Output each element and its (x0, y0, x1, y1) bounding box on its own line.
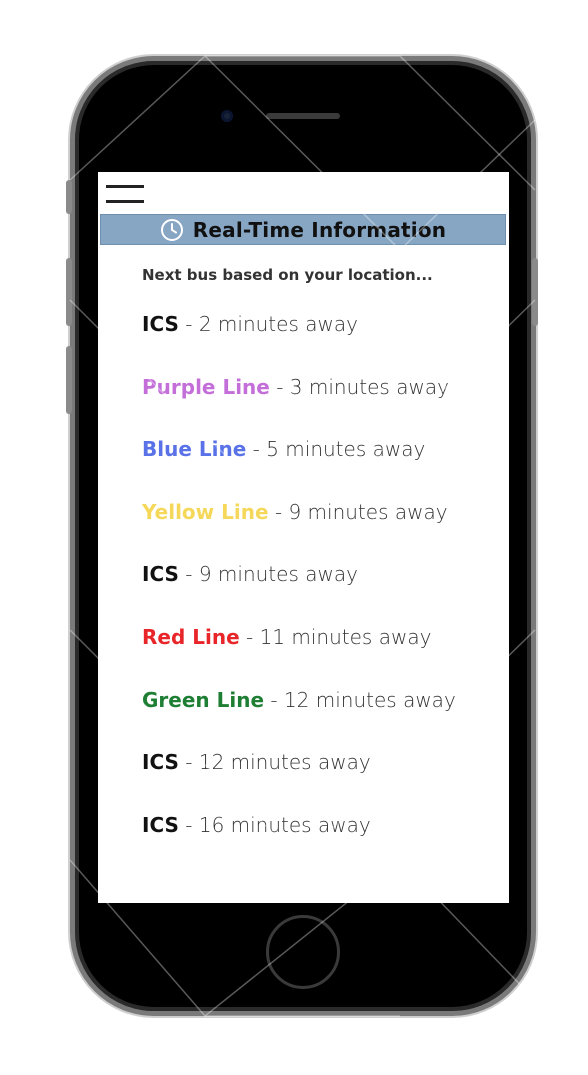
arrival-item: Yellow Line - 9 minutes away (142, 500, 456, 563)
bus-line-name: ICS (142, 562, 179, 587)
arrival-eta: - 9 minutes away (268, 499, 448, 524)
arrival-item: ICS - 16 minutes away (142, 813, 456, 876)
power-button (532, 258, 538, 326)
arrival-eta: - 12 minutes away (264, 687, 456, 712)
arrival-item: ICS - 12 minutes away (142, 750, 456, 813)
bus-line-name: Purple Line (142, 374, 270, 399)
phone-mockup-stage: Real-Time Information Next bus based on … (0, 0, 588, 1075)
bus-line-name: Red Line (142, 624, 240, 649)
bus-line-name: Yellow Line (142, 499, 269, 524)
bus-line-name: ICS (142, 750, 179, 775)
arrival-item: ICS - 2 minutes away (142, 312, 456, 375)
arrival-item: Red Line - 11 minutes away (142, 625, 456, 688)
bus-line-name: ICS (142, 812, 179, 837)
arrivals-list: ICS - 2 minutes away Purple Line - 3 minu… (142, 312, 456, 875)
arrival-eta: - 12 minutes away (178, 750, 371, 775)
arrival-eta: - 3 minutes away (269, 374, 449, 399)
app-screen: Real-Time Information Next bus based on … (98, 172, 509, 903)
arrival-item: Blue Line - 5 minutes away (142, 437, 456, 500)
volume-up-button (66, 258, 72, 326)
location-subtitle: Next bus based on your location... (142, 266, 433, 284)
header-bar: Real-Time Information (100, 214, 506, 245)
arrival-item: Green Line - 12 minutes away (142, 688, 456, 751)
clock-icon (160, 218, 183, 241)
arrival-eta: - 11 minutes away (239, 624, 432, 649)
arrival-eta: - 5 minutes away (246, 437, 426, 462)
bus-line-name: ICS (142, 312, 179, 336)
bus-line-name: Blue Line (142, 437, 247, 462)
arrival-eta: - 2 minutes away (178, 312, 358, 336)
page-title: Real-Time Information (192, 217, 447, 242)
volume-down-button (66, 346, 72, 414)
arrival-eta: - 16 minutes away (178, 812, 371, 837)
earpiece-speaker (266, 113, 340, 119)
arrival-item: ICS - 9 minutes away (142, 562, 456, 625)
silent-switch (66, 180, 72, 214)
home-button[interactable] (266, 915, 340, 989)
arrival-item: Purple Line - 3 minutes away (142, 375, 456, 438)
bus-line-name: Green Line (142, 687, 265, 712)
arrival-eta: - 9 minutes away (178, 562, 358, 587)
front-camera (221, 110, 233, 122)
